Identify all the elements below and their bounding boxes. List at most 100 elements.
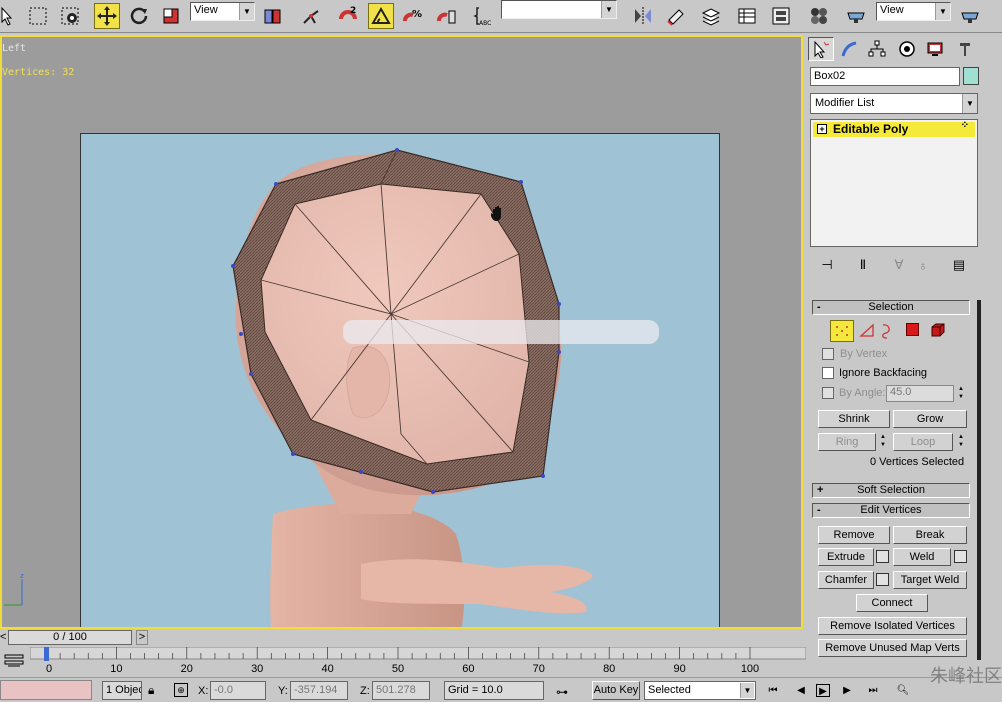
material-editor-icon[interactable] xyxy=(806,3,832,29)
left-viewport[interactable]: Left Vertices: 32 z xyxy=(0,35,803,629)
align-icon[interactable] xyxy=(662,3,688,29)
key-filter-dropdown[interactable]: Selected ▼ xyxy=(644,681,756,700)
previous-frame-icon[interactable]: ◀︎ xyxy=(794,684,808,697)
element-subobject-icon[interactable] xyxy=(930,322,946,341)
time-slider[interactable]: < 0 / 100 > xyxy=(0,629,806,646)
object-name-field[interactable]: Box02 xyxy=(810,67,960,86)
z-coord-field[interactable]: 501.278 xyxy=(372,681,430,700)
remove-unused-map-verts-button[interactable]: Remove Unused Map Verts xyxy=(818,639,967,657)
loop-spinner-arrows-icon[interactable]: ▲ ▼ xyxy=(956,433,966,450)
chevron-down-icon: ▼ xyxy=(740,683,754,698)
command-panel-scrollbar[interactable] xyxy=(977,300,981,660)
select-and-rotate-icon[interactable] xyxy=(126,3,152,29)
target-weld-button[interactable]: Target Weld xyxy=(893,571,967,589)
create-tab-icon[interactable] xyxy=(808,37,834,61)
modifier-list-dropdown[interactable]: Modifier List ▼ xyxy=(810,93,978,114)
by-angle-label: By Angle: xyxy=(839,387,886,399)
render-scene-icon[interactable] xyxy=(843,3,869,29)
window-crossing-icon[interactable] xyxy=(57,3,83,29)
maxscript-listener-field[interactable] xyxy=(0,680,92,700)
vertex-subobject-icon[interactable] xyxy=(830,320,854,342)
named-selection-sets-dropdown[interactable]: ▼ xyxy=(501,0,617,19)
open-mini-curve-editor-icon[interactable] xyxy=(4,653,26,671)
stack-item-editable-poly[interactable]: + Editable Poly ⁘ xyxy=(813,120,975,137)
soft-selection-rollout-header[interactable]: + Soft Selection xyxy=(812,483,970,498)
track-view-icon[interactable] xyxy=(734,3,760,29)
edit-named-selections-icon[interactable]: ABC xyxy=(470,3,496,29)
quick-render-icon[interactable] xyxy=(957,3,983,29)
edit-vertices-rollout-header[interactable]: - Edit Vertices xyxy=(812,503,970,518)
extrude-settings-icon[interactable] xyxy=(876,550,889,563)
rect-selection-region-icon[interactable] xyxy=(25,3,51,29)
go-to-start-icon[interactable]: ⏮︎ xyxy=(766,684,780,697)
utilities-tab-icon[interactable] xyxy=(952,37,978,61)
spinner-snap-icon[interactable] xyxy=(434,3,460,29)
current-frame-marker[interactable] xyxy=(44,647,49,661)
angle-snap-toggle-icon[interactable] xyxy=(368,3,394,29)
weld-settings-icon[interactable] xyxy=(954,550,967,563)
select-and-manipulate-icon[interactable] xyxy=(298,3,324,29)
next-frame-icon[interactable]: ▶︎ xyxy=(840,684,854,697)
shrink-button[interactable]: Shrink xyxy=(818,410,890,428)
reference-coord-dropdown[interactable]: View ▼ xyxy=(190,2,255,21)
hierarchy-tab-icon[interactable] xyxy=(864,37,890,61)
motion-tab-icon[interactable] xyxy=(894,37,920,61)
remove-isolated-vertices-button[interactable]: Remove Isolated Vertices xyxy=(818,617,967,635)
polygon-subobject-icon[interactable] xyxy=(906,323,919,336)
remove-modifier-icon[interactable]: ♁ xyxy=(912,255,934,275)
chamfer-settings-icon[interactable] xyxy=(876,573,889,586)
mirror-icon[interactable] xyxy=(630,3,656,29)
grow-button[interactable]: Grow xyxy=(893,410,967,428)
x-coord-label: X: xyxy=(198,685,209,697)
zoom-icon[interactable]: 🔍︎ xyxy=(896,684,910,697)
weld-button[interactable]: Weld xyxy=(893,548,951,566)
lock-selection-icon[interactable]: 🔒︎ xyxy=(148,683,154,698)
configure-modifier-sets-icon[interactable]: ▤ xyxy=(948,255,970,275)
ring-spinner-arrows-icon[interactable]: ▲ ▼ xyxy=(878,433,888,450)
loop-button[interactable]: Loop xyxy=(893,433,953,451)
by-angle-checkbox[interactable] xyxy=(822,387,834,399)
render-type-dropdown[interactable]: View ▼ xyxy=(876,2,951,21)
ring-button[interactable]: Ring xyxy=(818,433,876,451)
break-button[interactable]: Break xyxy=(893,526,967,544)
display-tab-icon[interactable] xyxy=(922,37,948,61)
snap-toggle-icon[interactable]: 2 xyxy=(335,3,361,29)
percent-snap-icon[interactable]: % xyxy=(400,3,426,29)
make-unique-icon[interactable]: ∀ xyxy=(888,255,910,275)
select-object-icon[interactable] xyxy=(0,3,20,29)
spinner-arrows-icon[interactable]: ▲ ▼ xyxy=(956,385,966,402)
play-icon[interactable]: ▶︎ xyxy=(816,684,830,697)
connect-button[interactable]: Connect xyxy=(856,594,928,612)
go-to-end-icon[interactable]: ⏭︎ xyxy=(866,684,880,697)
stack-item-label: Editable Poly xyxy=(833,122,909,136)
select-and-scale-icon[interactable] xyxy=(158,3,184,29)
remove-button[interactable]: Remove xyxy=(818,526,890,544)
x-coord-field[interactable]: -0.0 xyxy=(210,681,266,700)
time-slider-prev-icon[interactable]: < xyxy=(0,631,6,643)
expand-plus-icon[interactable]: + xyxy=(817,124,827,134)
layer-manager-icon[interactable] xyxy=(698,3,724,29)
select-and-move-icon[interactable] xyxy=(94,3,120,29)
time-slider-thumb[interactable]: 0 / 100 xyxy=(8,630,132,645)
selection-rollout-header[interactable]: - Selection xyxy=(812,300,970,315)
pin-stack-icon[interactable]: ⊣ xyxy=(816,255,838,275)
chamfer-button[interactable]: Chamfer xyxy=(818,571,874,589)
schematic-view-icon[interactable] xyxy=(768,3,794,29)
set-key-icon[interactable]: ⊶ xyxy=(556,685,568,699)
border-subobject-icon[interactable] xyxy=(878,322,894,343)
show-end-result-icon[interactable]: Ⅱ xyxy=(852,255,874,275)
by-vertex-checkbox[interactable] xyxy=(822,348,834,360)
object-color-swatch[interactable] xyxy=(963,67,979,85)
edge-subobject-icon[interactable] xyxy=(858,322,876,343)
ignore-backfacing-checkbox[interactable] xyxy=(822,367,834,379)
absolute-mode-transform-icon[interactable]: ⊕ xyxy=(174,683,188,697)
auto-key-button[interactable]: Auto Key xyxy=(592,681,640,700)
viewport-label[interactable]: Left xyxy=(2,43,26,54)
time-slider-next-icon[interactable]: > xyxy=(136,630,148,645)
y-coord-field[interactable]: -357.194 xyxy=(290,681,348,700)
use-pivot-center-icon[interactable] xyxy=(260,3,286,29)
track-bar[interactable]: 0 10 20 30 40 50 60 70 80 90 100 xyxy=(29,646,807,677)
modify-tab-icon[interactable] xyxy=(836,37,862,61)
extrude-button[interactable]: Extrude xyxy=(818,548,874,566)
by-angle-spinner[interactable]: 45.0 xyxy=(886,385,954,402)
